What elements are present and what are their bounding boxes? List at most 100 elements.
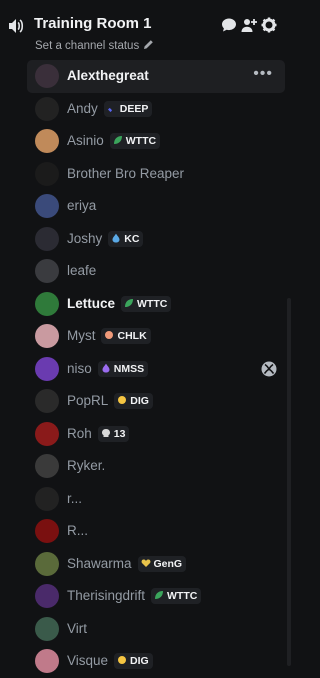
member-name[interactable]: PopRL — [67, 393, 108, 408]
avatar[interactable] — [35, 194, 59, 218]
member-name[interactable]: Roh — [67, 426, 92, 441]
member-row[interactable]: Therisingdrift WTTC — [27, 580, 285, 613]
channel-status-placeholder: Set a channel status — [35, 40, 140, 52]
drop-icon — [112, 233, 120, 242]
clan-tag-label: DIG — [130, 395, 149, 407]
clan-tag-label: NMSS — [113, 362, 145, 375]
avatar[interactable] — [35, 519, 59, 543]
avatar[interactable] — [35, 129, 59, 153]
clan-tag-label: WTTC — [137, 297, 168, 310]
clan-tag-label: KC — [124, 232, 140, 245]
pencil-icon — [144, 40, 154, 49]
clan-tag-label: DIG — [130, 655, 149, 667]
clan-tag[interactable]: CHLK — [101, 328, 151, 344]
member-row[interactable]: Joshy KC — [27, 223, 285, 256]
avatar[interactable] — [35, 64, 59, 88]
member-row[interactable]: Brother Bro Reaper — [27, 158, 285, 191]
settings-gear-icon[interactable] — [261, 17, 277, 33]
avatar[interactable] — [35, 421, 59, 446]
skull-icon — [101, 428, 110, 437]
member-row[interactable]: Alexthegreat ••• — [27, 60, 285, 93]
member-name[interactable]: Virt — [67, 621, 87, 636]
member-row[interactable]: Visque DIG — [27, 645, 285, 678]
member-row[interactable]: leafe — [27, 255, 285, 288]
flame-icon — [102, 363, 110, 372]
member-name[interactable]: Brother Bro Reaper — [67, 166, 184, 181]
member-name[interactable]: leafe — [67, 263, 96, 278]
member-row[interactable]: r... — [27, 483, 285, 516]
member-name[interactable]: Lettuce — [67, 296, 115, 311]
cake-icon — [105, 331, 114, 339]
member-row[interactable]: R... — [27, 515, 285, 548]
avatar[interactable] — [35, 259, 59, 283]
clan-tag[interactable]: WTTC — [151, 588, 202, 604]
clan-tag[interactable]: DEEP — [103, 100, 153, 117]
speaker-icon[interactable] — [7, 17, 25, 35]
member-row[interactable]: Roh 13 — [27, 418, 285, 451]
clan-tag-label: WTTC — [167, 590, 198, 602]
channel-status-button[interactable]: Set a channel status — [35, 39, 154, 52]
member-name[interactable]: Asinio — [67, 133, 104, 148]
leaf-icon — [113, 136, 122, 144]
clan-tag[interactable]: GenG — [137, 555, 187, 572]
member-name[interactable]: Andy — [67, 101, 98, 116]
avatar[interactable] — [35, 454, 59, 478]
member-row[interactable]: niso NMSS — [27, 353, 285, 386]
voice-member-list: Alexthegreat ••• Andy DEEP Asinio WTTC Brother… — [27, 60, 285, 678]
clan-tag-label: DEEP — [119, 102, 149, 115]
member-row[interactable]: Ryker. — [27, 450, 285, 483]
xbox-icon — [261, 361, 277, 376]
member-row[interactable]: eriya — [27, 190, 285, 223]
avatar[interactable] — [35, 389, 59, 413]
avatar[interactable] — [35, 291, 59, 316]
member-name[interactable]: Visque — [67, 653, 108, 668]
avatar[interactable] — [35, 616, 59, 641]
avatar[interactable] — [35, 96, 59, 121]
member-name[interactable]: Ryker. — [67, 458, 105, 473]
clan-tag-label: GenG — [153, 557, 183, 570]
member-name[interactable]: niso — [67, 361, 92, 376]
heart-icon — [141, 558, 150, 567]
member-row[interactable]: Andy DEEP — [27, 93, 285, 126]
member-row[interactable]: Asinio WTTC — [27, 125, 285, 158]
clan-tag-label: 13 — [113, 427, 126, 440]
member-name[interactable]: eriya — [67, 198, 96, 213]
clan-tag-label: CHLK — [117, 330, 147, 342]
clan-tag[interactable]: DIG — [114, 393, 153, 409]
member-name[interactable]: r... — [67, 491, 82, 506]
clan-tag[interactable]: KC — [108, 230, 144, 247]
clan-tag[interactable]: WTTC — [121, 295, 172, 312]
invite-people-icon[interactable] — [241, 17, 257, 33]
avatar[interactable] — [35, 551, 59, 576]
member-name[interactable]: Myst — [67, 328, 96, 343]
avatar[interactable] — [35, 161, 59, 186]
hand-icon — [118, 656, 127, 664]
member-row[interactable]: Myst CHLK — [27, 320, 285, 353]
avatar[interactable] — [35, 324, 59, 348]
member-name[interactable]: R... — [67, 523, 88, 538]
member-name[interactable]: Shawarma — [67, 556, 132, 571]
member-name[interactable]: Alexthegreat — [67, 68, 149, 83]
member-row[interactable]: Shawarma GenG — [27, 548, 285, 581]
avatar[interactable] — [35, 486, 59, 511]
chat-icon[interactable] — [221, 17, 237, 33]
channel-name: Training Room 1 — [34, 15, 152, 32]
clan-tag-label: WTTC — [125, 135, 157, 147]
clan-tag[interactable]: NMSS — [97, 360, 149, 377]
member-row[interactable]: Virt — [27, 613, 285, 646]
member-name[interactable]: Therisingdrift — [67, 588, 145, 603]
clan-tag[interactable]: 13 — [97, 425, 130, 442]
avatar[interactable] — [35, 356, 59, 381]
avatar[interactable] — [35, 226, 59, 251]
clan-tag[interactable]: DIG — [114, 653, 153, 669]
avatar[interactable] — [35, 649, 59, 673]
clan-tag[interactable]: WTTC — [109, 133, 161, 149]
channel-header: Training Room 1 Set a channel status — [0, 0, 297, 60]
avatar[interactable] — [35, 584, 59, 608]
member-row[interactable]: PopRL DIG — [27, 385, 285, 418]
member-row[interactable]: Lettuce WTTC — [27, 288, 285, 321]
scrollbar[interactable] — [287, 298, 291, 666]
member-name[interactable]: Joshy — [67, 231, 102, 246]
more-options-icon[interactable]: ••• — [253, 65, 273, 83]
leaf-icon — [125, 298, 133, 307]
